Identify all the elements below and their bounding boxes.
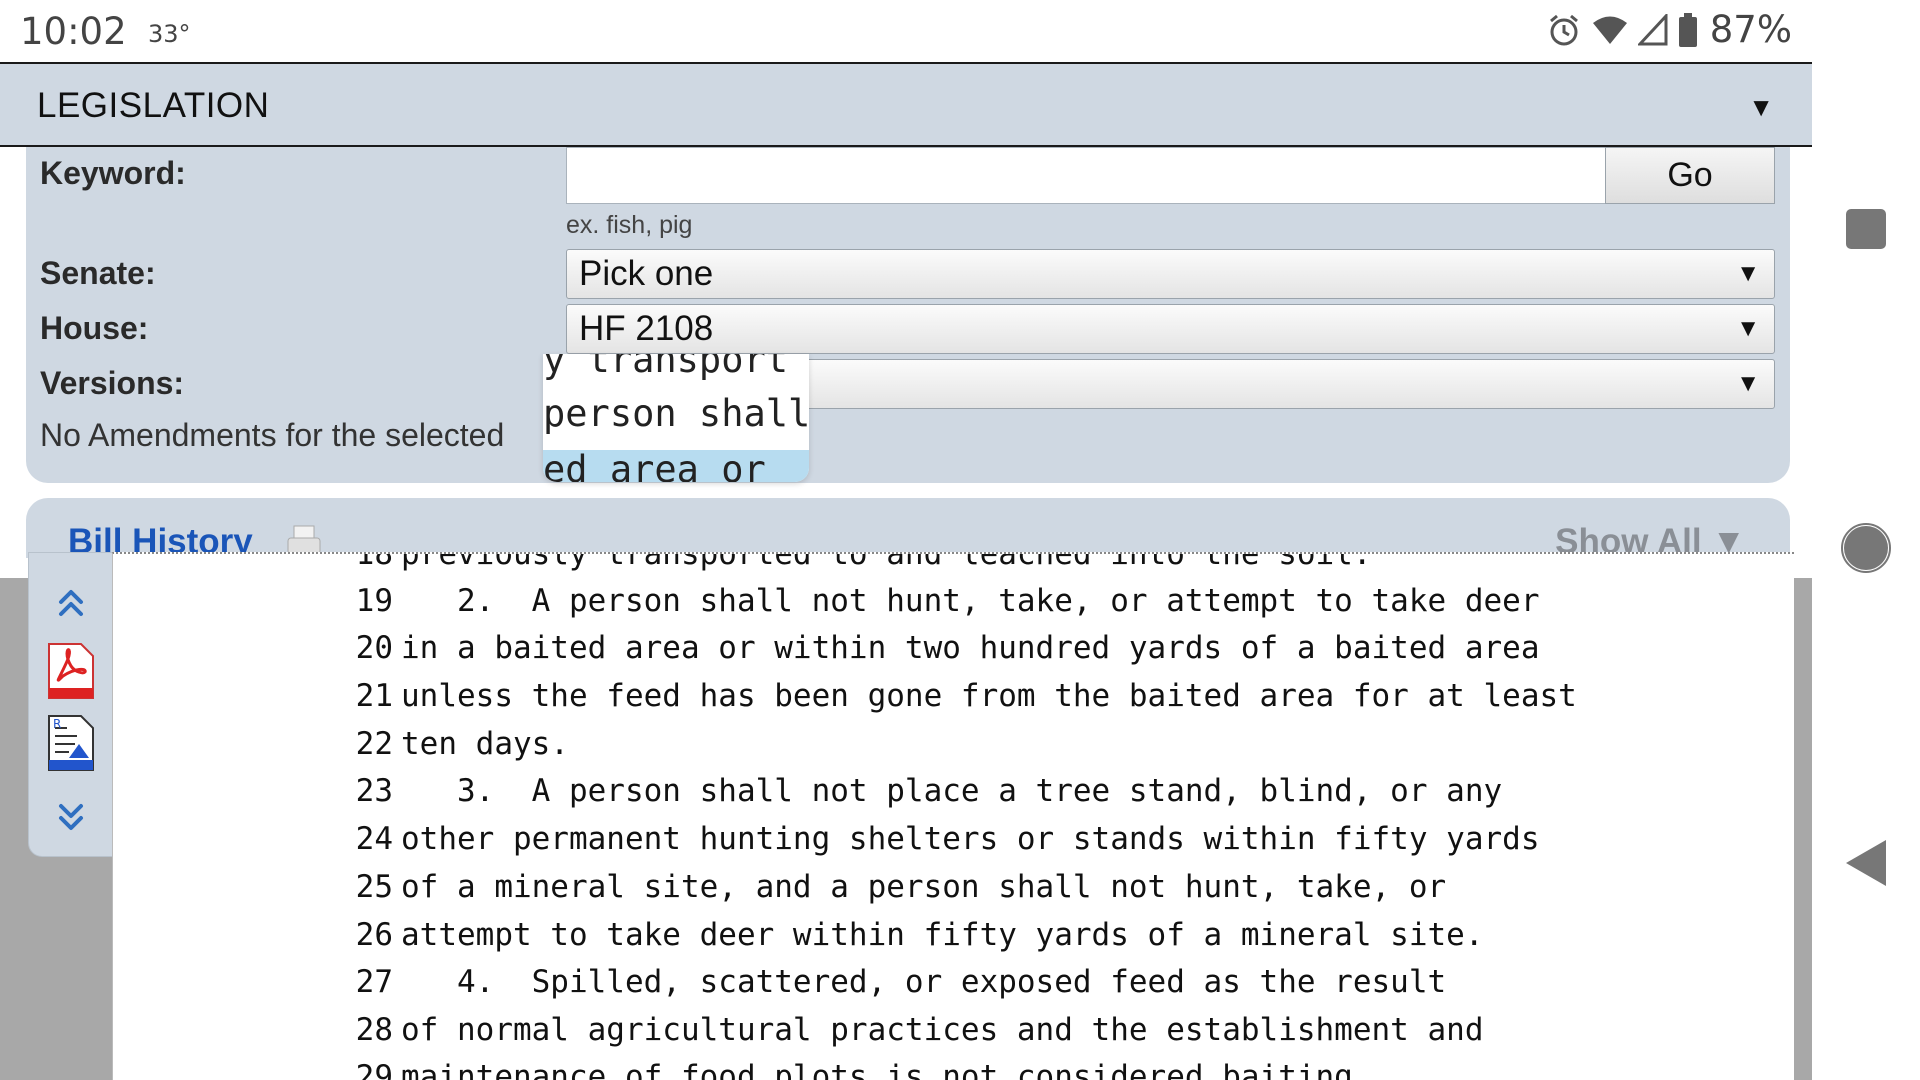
line-text: other permanent hunting shelters or stan… xyxy=(401,821,1540,857)
line-number: 24 xyxy=(355,821,393,857)
line-text: ten days. xyxy=(401,726,569,762)
system-nav-bar xyxy=(1812,0,1920,1080)
caret-down-icon: ▼ xyxy=(1736,315,1760,342)
status-icons: 87% xyxy=(1546,8,1792,51)
caret-down-icon: ▼ xyxy=(1736,370,1760,397)
viewer-background-right xyxy=(1794,578,1812,1080)
line-number: 22 xyxy=(355,726,393,762)
senate-select-value: Pick one xyxy=(579,254,714,293)
bill-history-header: Bill History Show All ▼ xyxy=(26,498,1790,558)
senate-select[interactable]: Pick one ▼ xyxy=(566,249,1775,299)
line-text: 4. Spilled, scattered, or exposed feed a… xyxy=(401,964,1447,1000)
legislation-menu-bar[interactable]: LEGISLATION ▼ xyxy=(0,64,1812,147)
battery-icon xyxy=(1678,12,1698,47)
line-text: unless the feed has been gone from the b… xyxy=(401,678,1577,714)
preview-line: person shall xyxy=(543,392,809,435)
caret-down-icon[interactable]: ▼ xyxy=(1748,92,1774,123)
line-number: 23 xyxy=(355,773,393,809)
keyword-hint: ex. fish, pig xyxy=(566,211,693,239)
status-temperature: 33° xyxy=(148,20,191,48)
status-time: 10:02 xyxy=(20,10,127,53)
rtf-icon[interactable]: R xyxy=(45,713,97,773)
scroll-bottom-icon[interactable] xyxy=(45,787,97,847)
battery-percent: 87% xyxy=(1709,8,1792,51)
recents-icon[interactable] xyxy=(1812,208,1920,250)
line-number: 20 xyxy=(355,630,393,666)
line-number: 21 xyxy=(355,678,393,714)
keyword-label: Keyword: xyxy=(40,155,186,191)
line-text: previously transported to and leached in… xyxy=(401,552,1372,572)
line-number: 27 xyxy=(355,964,393,1000)
page-title: LEGISLATION xyxy=(37,86,270,125)
line-number: 18 xyxy=(355,552,393,572)
preview-line: ed area or xyxy=(543,448,766,482)
home-icon[interactable] xyxy=(1812,522,1920,574)
line-text: of normal agricultural practices and the… xyxy=(401,1012,1484,1048)
svg-text:R: R xyxy=(53,717,61,731)
pdf-icon[interactable] xyxy=(45,641,97,701)
preview-line: y transport xyxy=(543,354,789,381)
line-number: 25 xyxy=(355,869,393,905)
line-text: of a mineral site, and a person shall no… xyxy=(401,869,1447,905)
line-text: attempt to take deer within fifty yards … xyxy=(401,917,1484,953)
line-text: 2. A person shall not hunt, take, or att… xyxy=(401,583,1540,619)
status-bar: 10:02 33° 87% xyxy=(0,0,1812,64)
caret-down-icon: ▼ xyxy=(1736,260,1760,287)
scroll-top-icon[interactable] xyxy=(45,573,97,633)
no-amendments-text: No Amendments for the selected xyxy=(40,417,505,453)
text-preview-popup: y transport person shall ed area or xyxy=(543,354,809,482)
back-icon[interactable] xyxy=(1812,838,1920,888)
senate-label: Senate: xyxy=(40,255,156,291)
line-number: 19 xyxy=(355,583,393,619)
wifi-icon xyxy=(1592,14,1628,46)
house-select[interactable]: HF 2108 ▼ xyxy=(566,304,1775,354)
versions-label: Versions: xyxy=(40,365,185,401)
search-form: Keyword: Go ex. fish, pig Senate: Pick o… xyxy=(26,147,1790,483)
bill-text-viewer[interactable]: 18 previously transported to and leached … xyxy=(112,552,1794,1080)
signal-icon xyxy=(1637,13,1668,46)
house-label: House: xyxy=(40,310,149,346)
go-button[interactable]: Go xyxy=(1605,147,1775,204)
document-toolbar: R xyxy=(28,552,112,857)
house-select-value: HF 2108 xyxy=(579,309,714,348)
alarm-icon xyxy=(1546,12,1582,48)
keyword-input[interactable] xyxy=(566,147,1630,204)
line-text: maintenance of food plots is not conside… xyxy=(401,1059,1372,1080)
line-text: in a baited area or within two hundred y… xyxy=(401,630,1540,666)
line-number: 28 xyxy=(355,1012,393,1048)
line-text: 3. A person shall not place a tree stand… xyxy=(401,773,1503,809)
line-number: 29 xyxy=(355,1059,393,1080)
line-number: 26 xyxy=(355,917,393,953)
